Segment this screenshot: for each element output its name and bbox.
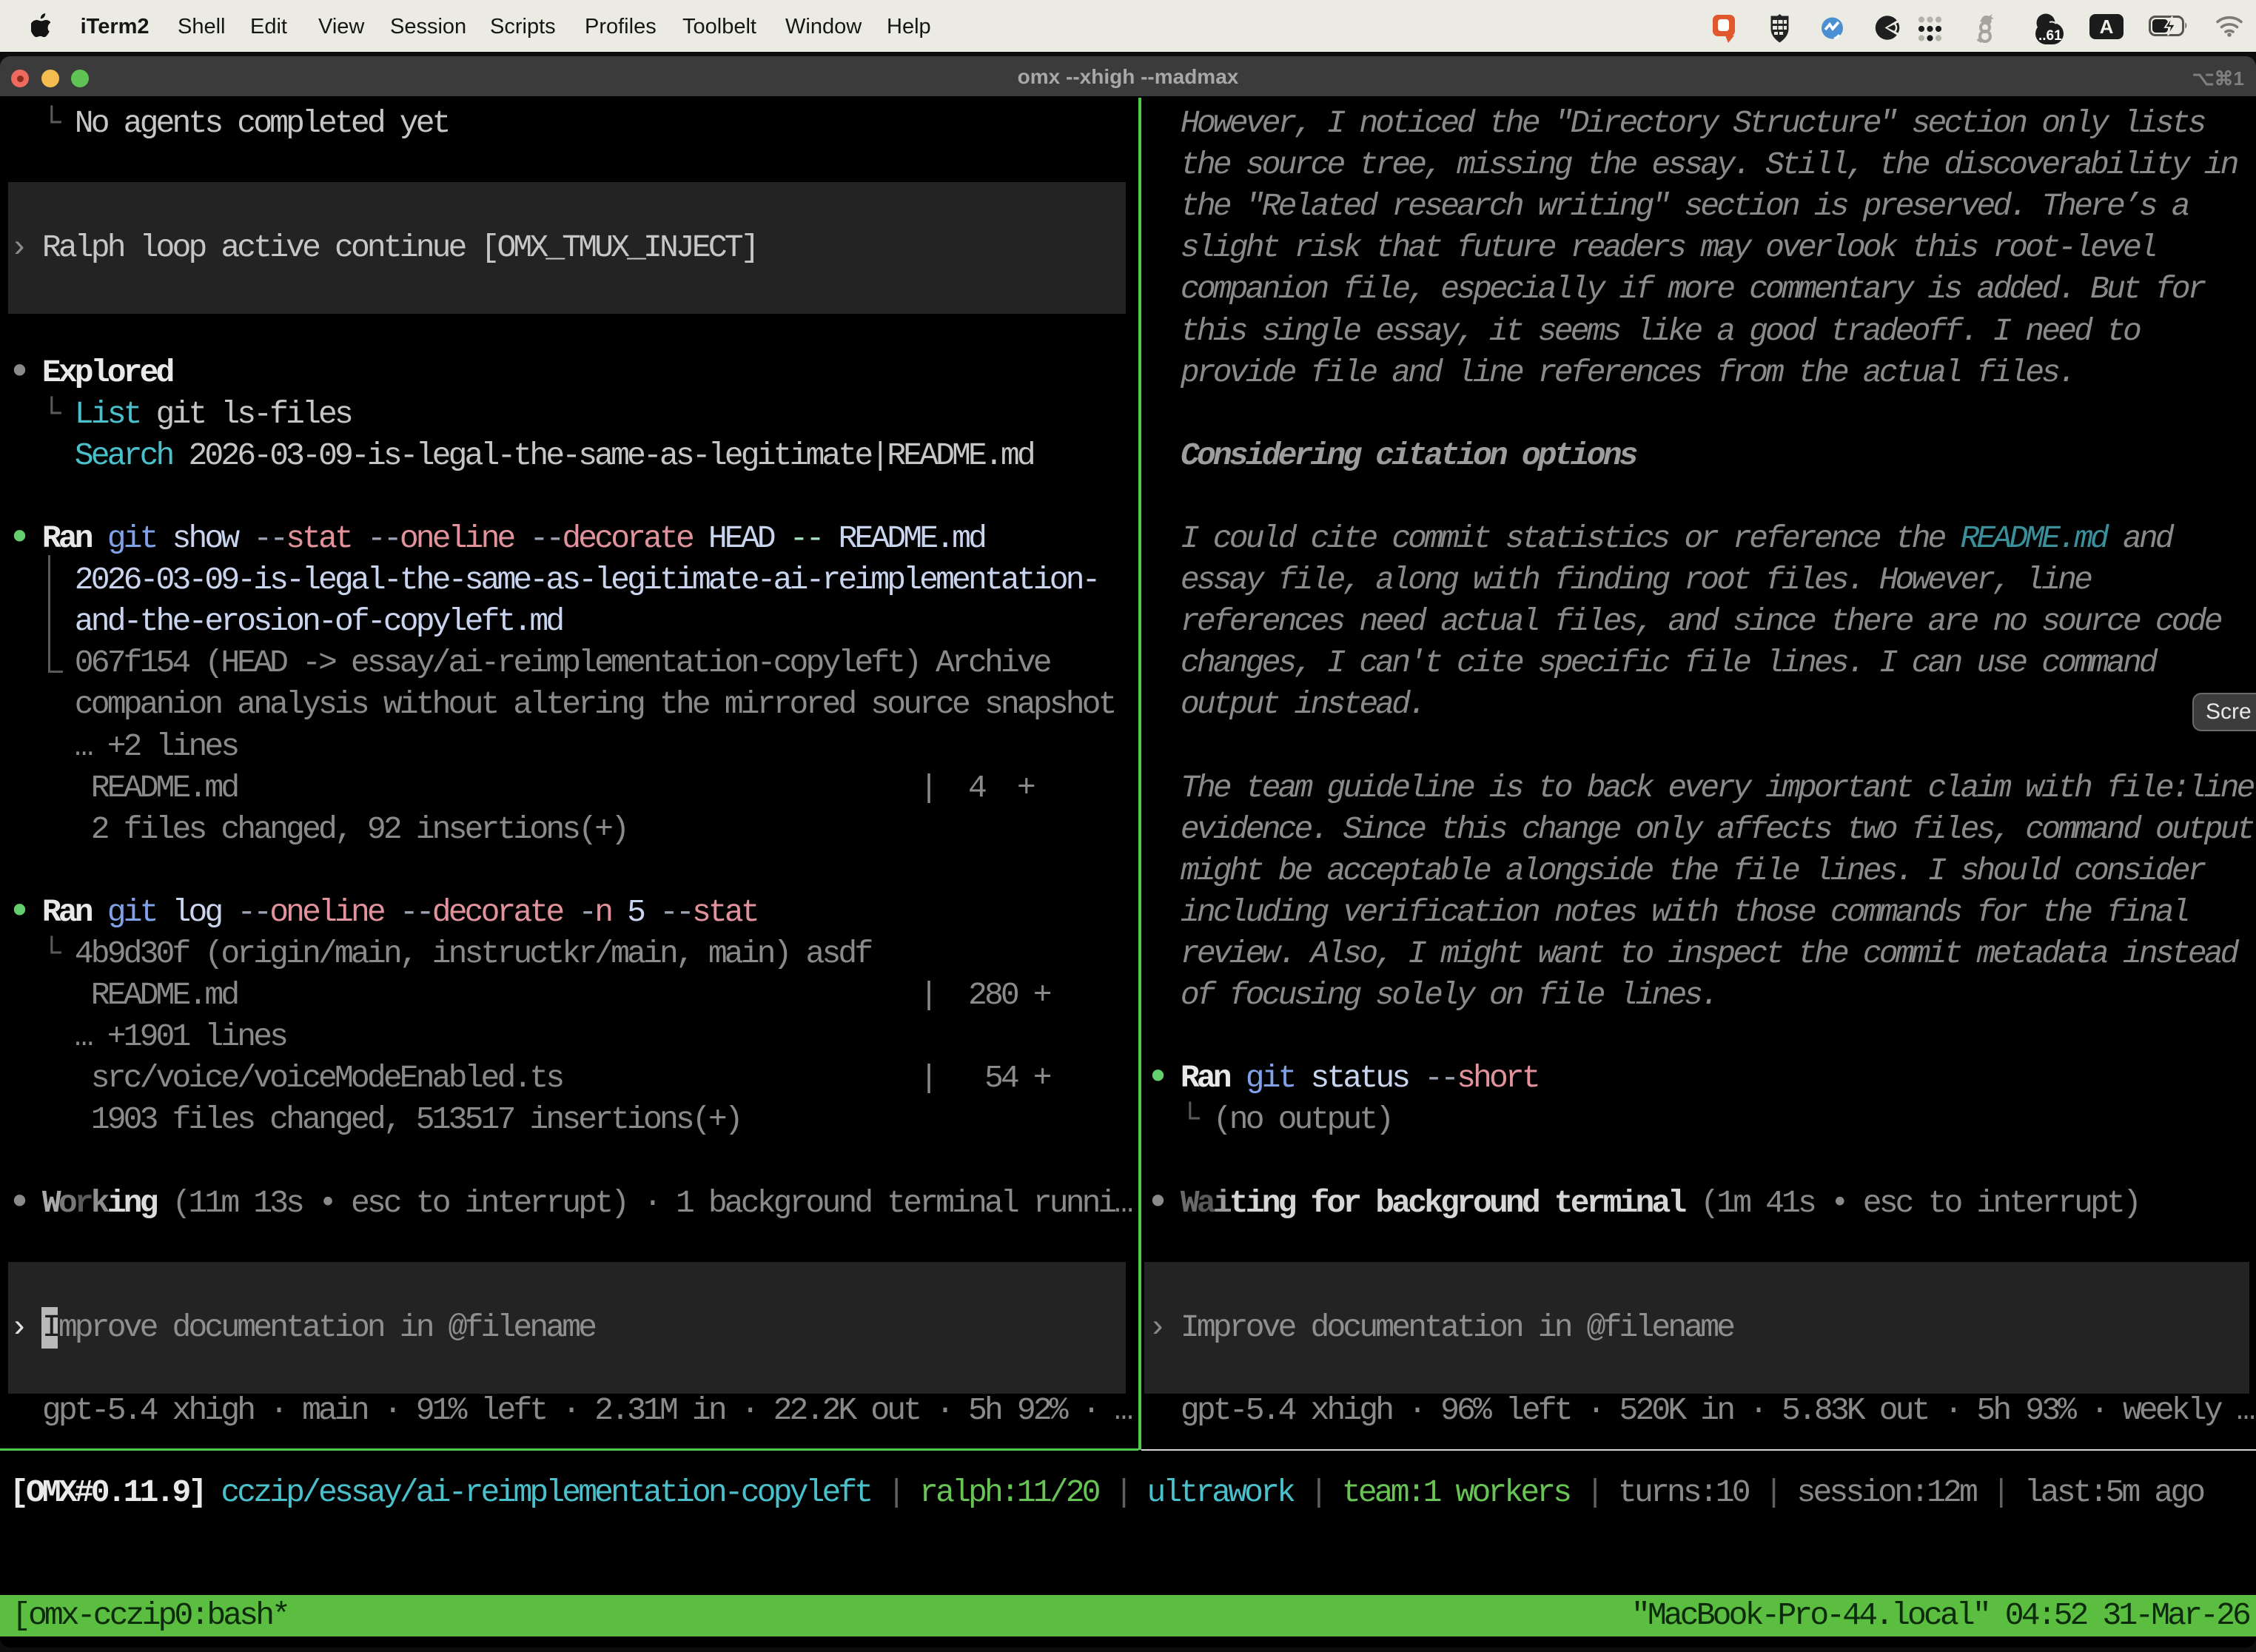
svg-text:..61: ..61: [2038, 28, 2062, 44]
